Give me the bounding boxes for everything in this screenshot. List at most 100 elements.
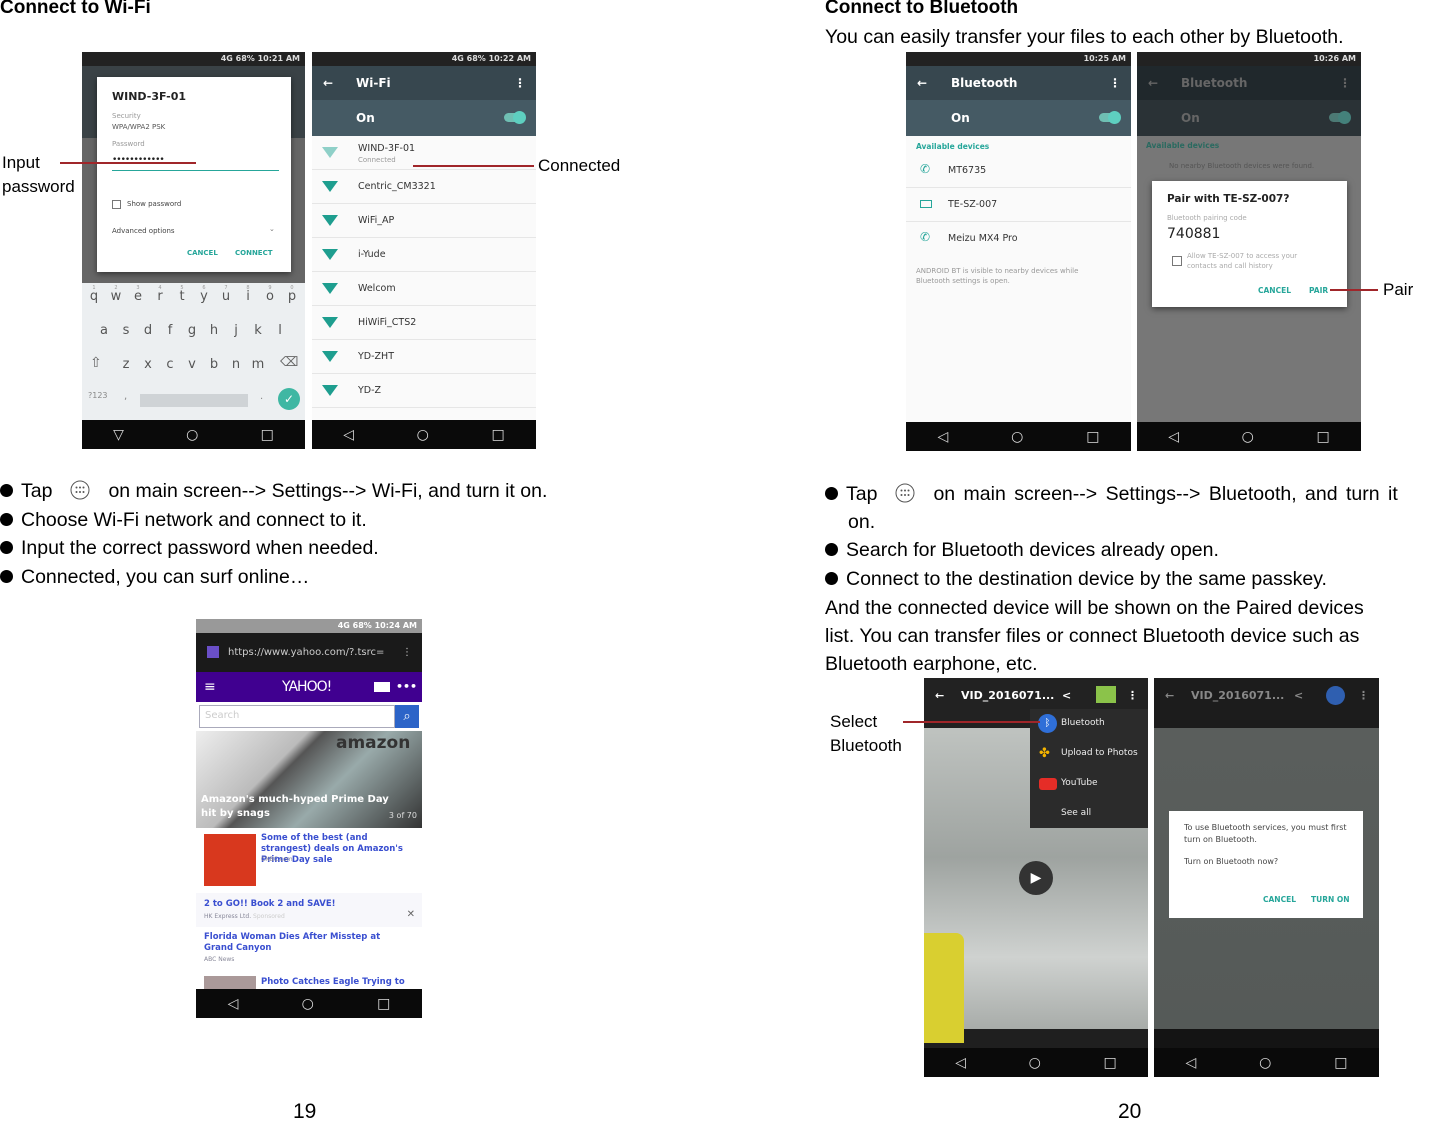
key[interactable]: l (270, 323, 290, 338)
hero-title[interactable]: Amazon's much-hyped Prime Day hit by sna… (201, 793, 391, 821)
back-icon[interactable]: ▽ (113, 427, 124, 443)
cancel-button[interactable]: CANCEL (1263, 895, 1296, 904)
back-arrow-icon[interactable]: ← (917, 66, 927, 100)
key[interactable]: j (226, 323, 246, 338)
recents-icon[interactable]: □ (261, 427, 274, 443)
bluetooth-toggle[interactable] (1099, 111, 1121, 124)
home-icon[interactable]: ○ (1242, 429, 1254, 445)
recents-icon[interactable]: □ (1316, 429, 1329, 445)
enter-check-icon[interactable]: ✓ (278, 388, 300, 410)
key[interactable]: k (248, 323, 268, 338)
search-icon[interactable]: ⌕ (395, 705, 419, 728)
menu-item-see-all[interactable]: See all (1030, 799, 1148, 828)
pair-button[interactable]: PAIR (1309, 286, 1328, 295)
home-icon[interactable]: ○ (1259, 1055, 1271, 1071)
menu-item-youtube[interactable]: YouTube (1030, 769, 1148, 799)
back-icon[interactable]: ◁ (955, 1055, 966, 1071)
wifi-toggle[interactable] (504, 111, 526, 124)
network-row[interactable]: WiFi_AP (312, 204, 536, 238)
symbols-key[interactable]: ?123 (88, 391, 108, 400)
sponsored-story[interactable]: 2 to GO!! Book 2 and SAVE! HK Express Lt… (196, 893, 422, 927)
back-arrow-icon[interactable]: ← (323, 66, 333, 100)
home-icon[interactable]: ○ (1029, 1055, 1041, 1071)
key[interactable]: d (138, 323, 158, 338)
key[interactable]: p (282, 289, 302, 304)
back-icon[interactable]: ◁ (228, 996, 239, 1012)
key[interactable]: s (116, 323, 136, 338)
key[interactable]: q (84, 289, 104, 304)
backspace-icon[interactable]: ⌫ (280, 355, 298, 370)
recents-icon[interactable]: □ (1334, 1055, 1347, 1071)
more-dots-icon[interactable]: ••• (396, 672, 417, 702)
mail-icon[interactable] (374, 682, 390, 692)
story-title[interactable]: Photo Catches Eagle Trying to (261, 977, 405, 987)
key[interactable]: h (204, 323, 224, 338)
shift-icon[interactable]: ⇧ (90, 355, 102, 371)
turn-on-button[interactable]: TURN ON (1311, 895, 1350, 904)
more-icon[interactable]: ⋮ (514, 66, 526, 100)
story-title[interactable]: 2 to GO!! Book 2 and SAVE! (204, 899, 336, 909)
more-icon[interactable]: ⋮ (1109, 66, 1121, 100)
key[interactable]: f (160, 323, 180, 338)
back-icon[interactable]: ◁ (343, 427, 354, 443)
key[interactable]: z (116, 357, 136, 372)
key[interactable]: g (182, 323, 202, 338)
more-icon[interactable]: ⋮ (402, 633, 412, 672)
network-row[interactable]: i-Yude (312, 238, 536, 272)
back-icon[interactable]: ◁ (1168, 429, 1179, 445)
device-row[interactable]: TE-SZ-007 (906, 188, 1131, 222)
key[interactable]: v (182, 357, 202, 372)
bluetooth-toggle-row[interactable]: On (906, 100, 1131, 136)
key[interactable]: i (238, 289, 258, 304)
network-row[interactable]: Centric_CM3321 (312, 170, 536, 204)
key[interactable]: r (150, 289, 170, 304)
key[interactable]: m (248, 357, 268, 372)
hero-story[interactable]: amazon Amazon's much-hyped Prime Day hit… (196, 731, 422, 828)
cancel-button[interactable]: CANCEL (187, 249, 218, 257)
network-row[interactable]: HiWiFi_CTS2 (312, 306, 536, 340)
recents-icon[interactable]: □ (491, 427, 504, 443)
home-icon[interactable]: ○ (1011, 429, 1023, 445)
network-row[interactable]: YD-Z (312, 374, 536, 408)
network-row[interactable]: Welcom (312, 272, 536, 306)
menu-item-photos[interactable]: ✤ Upload to Photos (1030, 739, 1148, 769)
close-icon[interactable]: ✕ (407, 909, 415, 920)
device-row[interactable]: ✆ Meizu MX4 Pro (906, 222, 1131, 256)
home-icon[interactable]: ○ (417, 427, 429, 443)
recents-icon[interactable]: □ (1103, 1055, 1116, 1071)
recents-icon[interactable]: □ (377, 996, 390, 1012)
key[interactable]: y (194, 289, 214, 304)
back-arrow-icon[interactable]: ← (935, 678, 944, 714)
key[interactable]: t (172, 289, 192, 304)
advanced-options[interactable]: Advanced options (112, 227, 175, 235)
url-bar[interactable]: https://www.yahoo.com/?.tsrc= ⋮ (196, 633, 422, 672)
key[interactable]: o (260, 289, 280, 304)
home-icon[interactable]: ○ (302, 996, 314, 1012)
story-title[interactable]: Florida Woman Dies After Misstep at Gran… (204, 932, 404, 954)
period-key[interactable]: . (260, 391, 263, 402)
key[interactable]: a (94, 323, 114, 338)
connect-button[interactable]: CONNECT (235, 249, 273, 257)
space-bar[interactable] (140, 394, 248, 407)
key[interactable]: c (160, 357, 180, 372)
device-row[interactable]: ✆ MT6735 (906, 154, 1131, 188)
network-row[interactable]: YD-ZHT (312, 340, 536, 374)
key[interactable]: n (226, 357, 246, 372)
search-input[interactable]: Search (199, 705, 395, 728)
play-icon[interactable]: ▶ (1019, 861, 1053, 895)
show-password-checkbox[interactable] (112, 200, 121, 209)
wifi-toggle-row[interactable]: On (312, 100, 536, 136)
menu-item-bluetooth[interactable]: ᛒ Bluetooth (1030, 709, 1148, 739)
key[interactable]: u (216, 289, 236, 304)
messaging-icon[interactable] (1096, 686, 1116, 703)
key[interactable]: x (138, 357, 158, 372)
key[interactable]: w (106, 289, 126, 304)
comma-key[interactable]: , (124, 391, 127, 402)
menu-icon[interactable]: ≡ (204, 672, 216, 702)
allow-access-checkbox[interactable] (1172, 256, 1182, 266)
back-icon[interactable]: ◁ (1185, 1055, 1196, 1071)
key[interactable]: e (128, 289, 148, 304)
cancel-button[interactable]: CANCEL (1258, 286, 1291, 295)
home-icon[interactable]: ○ (186, 427, 198, 443)
recents-icon[interactable]: □ (1086, 429, 1099, 445)
